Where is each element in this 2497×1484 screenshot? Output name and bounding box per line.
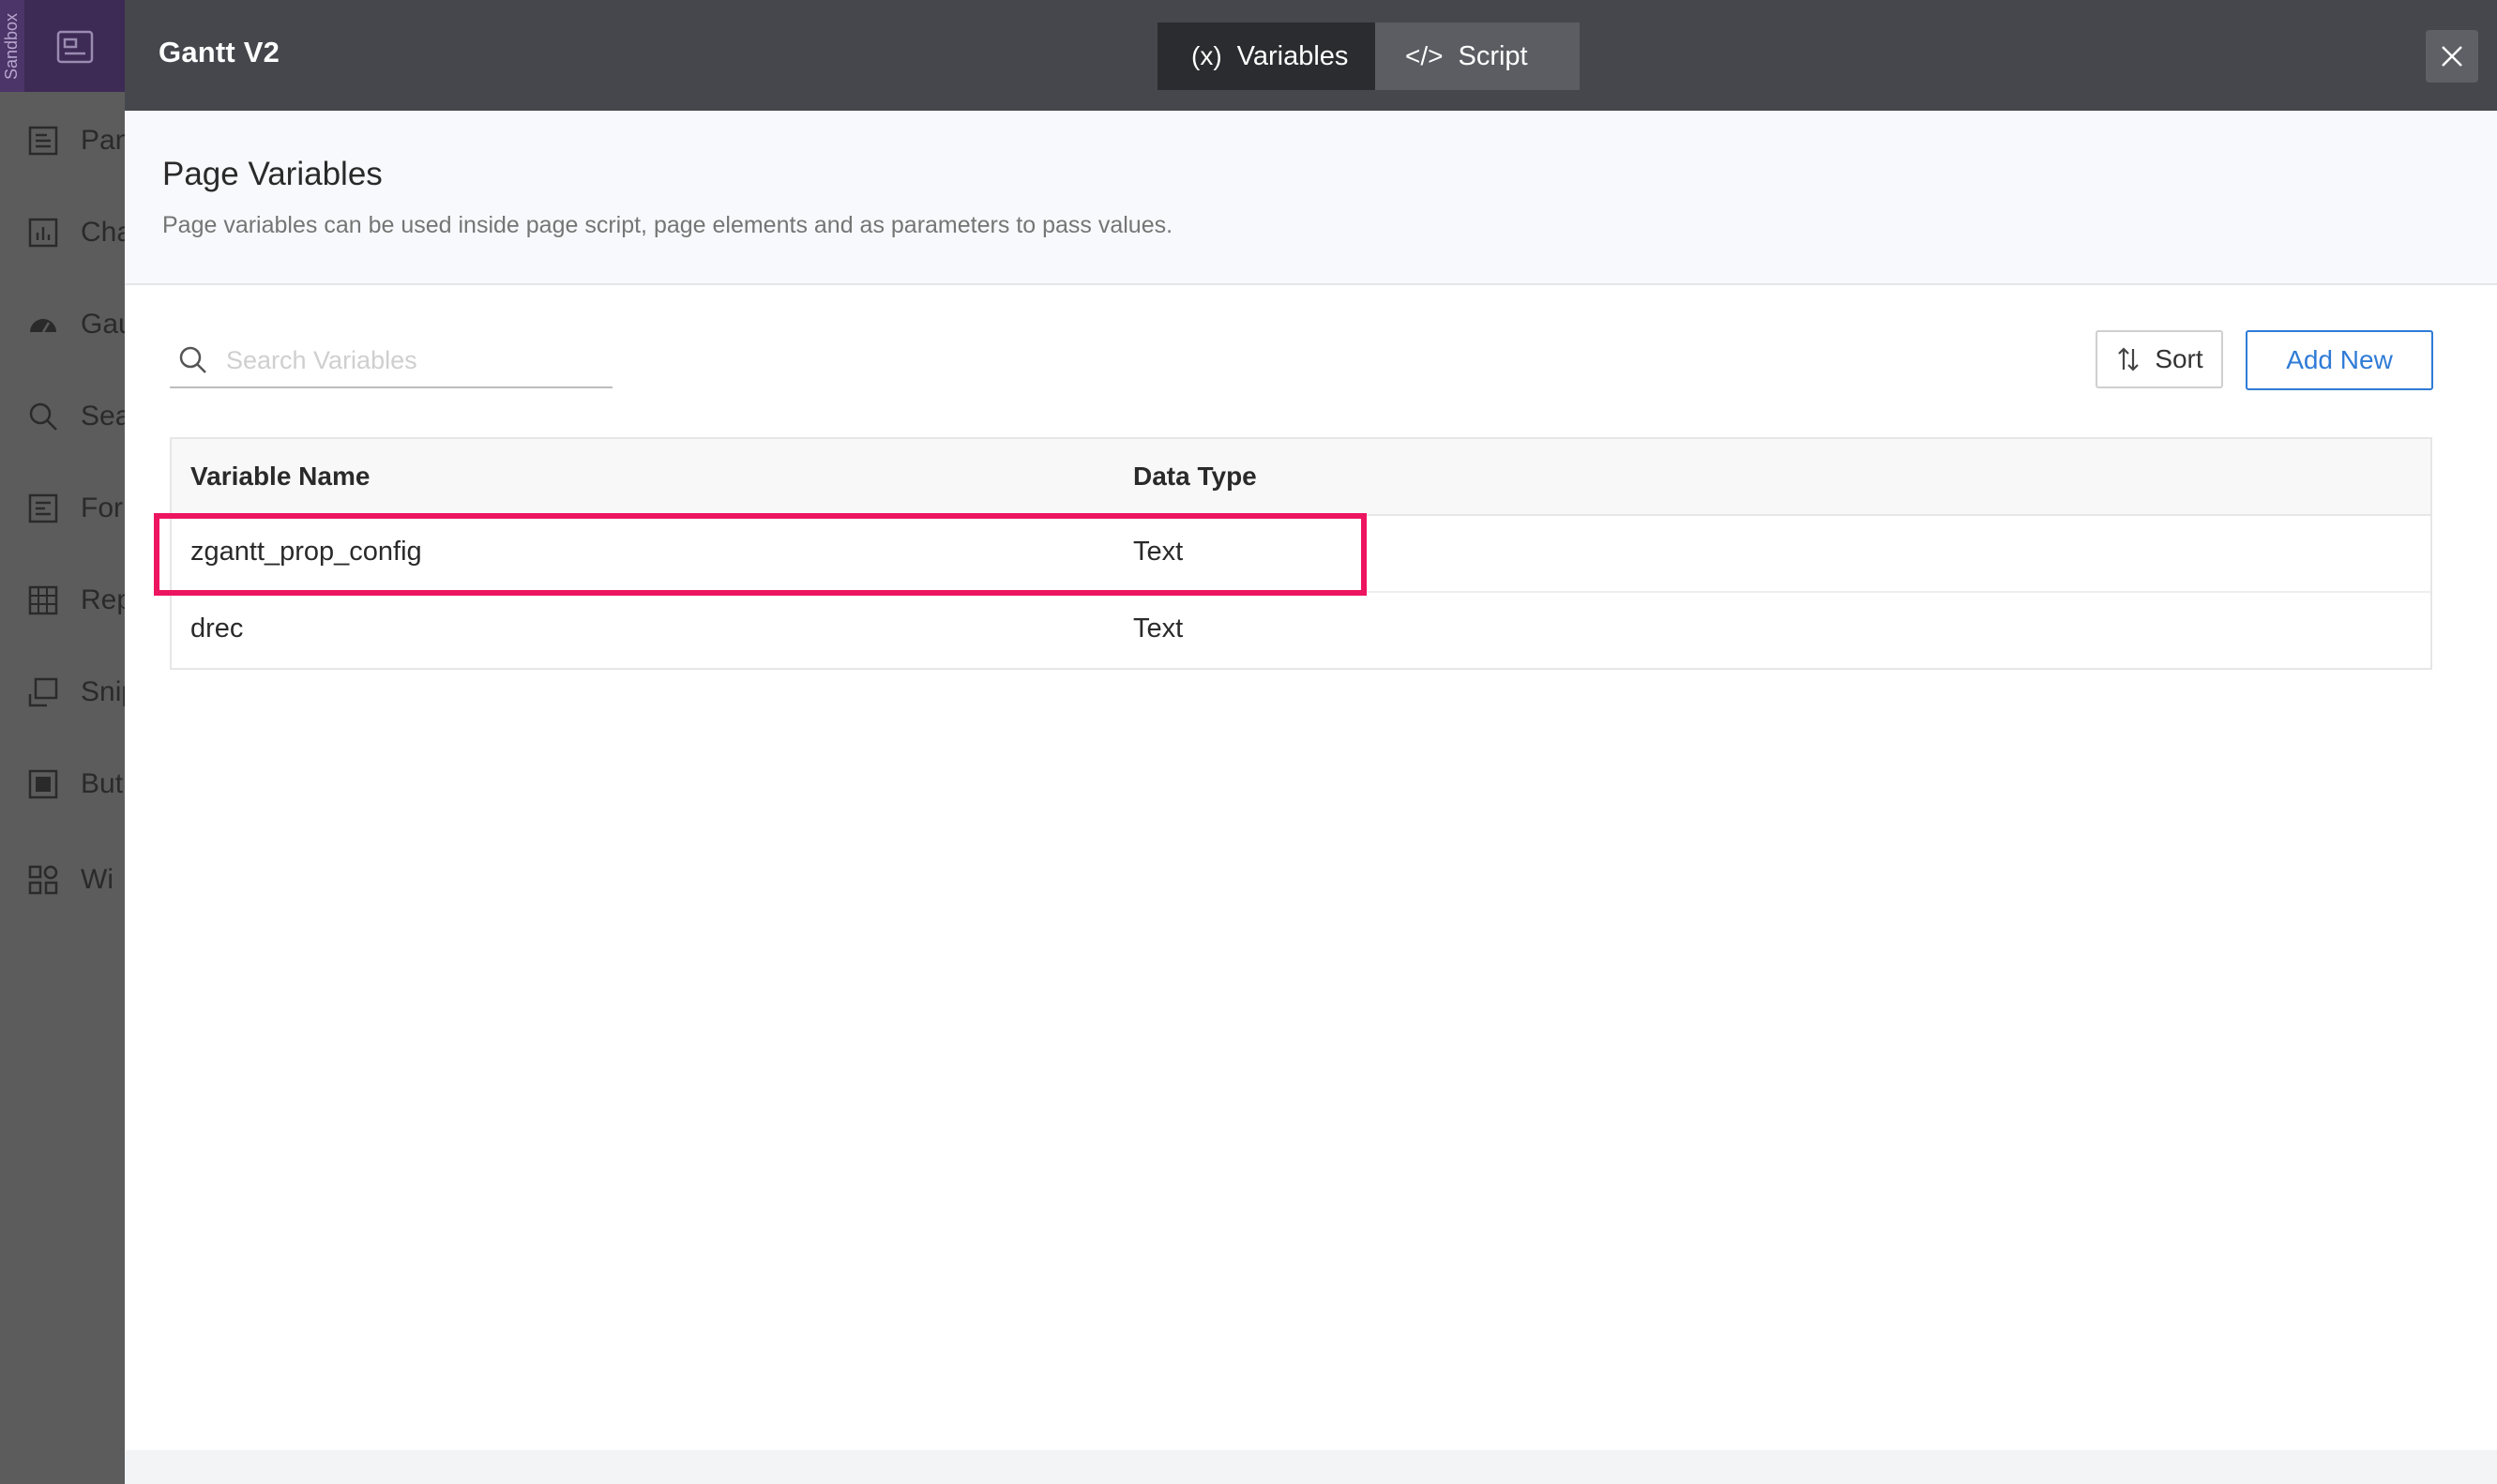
table-row[interactable]: drec Text (172, 593, 2430, 668)
sidebar-item-label: For (81, 492, 123, 523)
grid-icon (26, 583, 60, 617)
sidebar-item-cha[interactable]: Cha (26, 214, 125, 251)
column-header-name: Variable Name (190, 462, 371, 491)
chart-icon (26, 216, 60, 250)
column-header-type: Data Type (1133, 462, 1257, 491)
tab-label: Script (1458, 40, 1528, 71)
sidebar-item-sea[interactable]: Sea (26, 398, 125, 435)
widget-icon (26, 863, 60, 897)
sort-button[interactable]: Sort (2096, 330, 2223, 388)
table-row[interactable]: zgantt_prop_config Text (172, 516, 2430, 593)
search-box (170, 334, 613, 388)
page-title: Page Variables (162, 156, 383, 192)
sidebar-item-for[interactable]: For (26, 490, 123, 527)
sidebar-item-label: Cha (81, 217, 125, 248)
sidebar-item-label: Gau (81, 309, 125, 340)
sidebar-item-but[interactable]: But (26, 765, 123, 803)
table-header: Variable Name Data Type (172, 439, 2430, 516)
search-input[interactable] (224, 344, 603, 376)
section-header (125, 111, 2497, 285)
sidebar-item-rep[interactable]: Rep (26, 582, 125, 619)
variable-name: drec (190, 613, 244, 644)
app-layout-icon[interactable] (56, 28, 94, 66)
sidebar-header: Sandbox (0, 0, 125, 92)
sidebar-item-label: Wi (81, 864, 114, 895)
snippet-icon (26, 675, 60, 709)
dialog-title: Gantt V2 (159, 36, 280, 68)
button-icon (26, 767, 60, 801)
sort-icon (2118, 347, 2140, 371)
sidebar-item-wi[interactable]: Wi (26, 861, 114, 899)
variable-type: Text (1133, 613, 1184, 644)
dialog-footer (125, 1450, 2497, 1484)
variables-table: Variable Name Data Type zgantt_prop_conf… (170, 437, 2432, 670)
variable-icon: (x) (1191, 41, 1222, 70)
add-new-label: Add New (2286, 345, 2393, 374)
form-icon (26, 492, 60, 525)
variable-type: Text (1133, 537, 1184, 567)
sidebar-item-gau[interactable]: Gau (26, 306, 125, 343)
gauge-icon (26, 308, 60, 341)
dialog-tabs: (x) Variables </> Script (1158, 23, 1580, 90)
sandbox-label: Sandbox (0, 0, 24, 92)
sidebar-item-label: Sea (81, 401, 125, 432)
add-new-button[interactable]: Add New (2246, 330, 2433, 390)
tab-script[interactable]: </> Script (1375, 23, 1580, 90)
page-variables-dialog: Gantt V2 (x) Variables </> Script Page V… (125, 0, 2497, 1484)
search-icon (179, 346, 206, 373)
sidebar-item-label: Pan (81, 125, 125, 156)
sidebar-item-pan[interactable]: Pan (26, 122, 125, 159)
page-description: Page variables can be used inside page s… (162, 212, 1173, 238)
tab-variables[interactable]: (x) Variables (1158, 23, 1375, 90)
tab-label: Variables (1236, 40, 1349, 71)
sidebar-item-label: Rep (81, 584, 125, 615)
code-icon: </> (1405, 41, 1444, 70)
sidebar-item-label: But (81, 768, 124, 799)
sort-label: Sort (2155, 344, 2203, 373)
app-sidebar: Sandbox Pan Cha Gau Sea For Rep Snip But (0, 0, 125, 1484)
search-icon (26, 400, 60, 433)
variable-name: zgantt_prop_config (190, 537, 422, 567)
page-icon (26, 124, 60, 158)
close-icon (2442, 46, 2462, 67)
sidebar-item-snip[interactable]: Snip (26, 674, 125, 711)
dialog-header: Gantt V2 (x) Variables </> Script (125, 0, 2497, 111)
close-button[interactable] (2426, 30, 2478, 83)
sidebar-item-label: Snip (81, 676, 125, 707)
